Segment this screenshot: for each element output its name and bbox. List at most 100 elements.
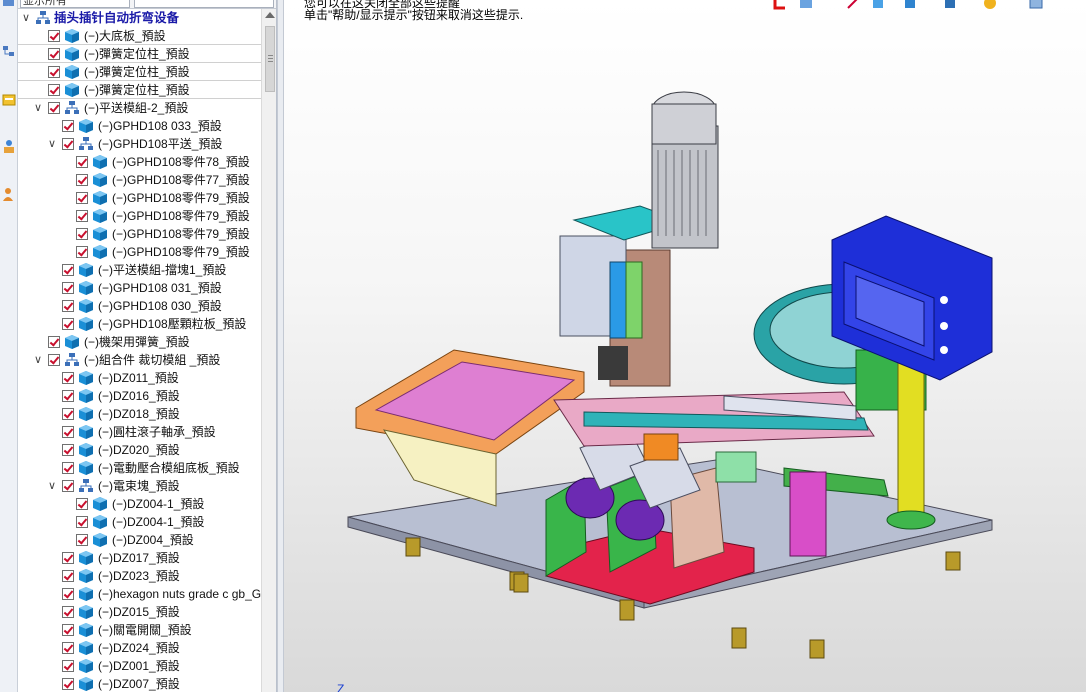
scroll-up-icon[interactable] (265, 12, 275, 18)
tree-item-part[interactable]: (−)GPHD108零件79_預設 (18, 207, 261, 225)
visibility-checkbox[interactable] (62, 570, 74, 582)
visibility-checkbox[interactable] (62, 300, 74, 312)
cad-model[interactable] (284, 0, 1086, 692)
visibility-checkbox[interactable] (48, 30, 60, 42)
tree-root[interactable]: ∨ 插头插针自动折弯设备 (18, 9, 261, 27)
chevron-down-icon[interactable]: ∨ (46, 135, 58, 153)
tree-item-part[interactable]: (−)DZ020_預設 (18, 441, 261, 459)
tree-item-part[interactable]: (−)GPHD108零件77_預設 (18, 171, 261, 189)
visibility-checkbox[interactable] (62, 642, 74, 654)
visibility-checkbox[interactable] (76, 174, 88, 186)
tree-search-input[interactable] (134, 0, 274, 8)
visibility-checkbox[interactable] (62, 120, 74, 132)
tree-item-assembly[interactable]: ∨ (−)GPHD108平送_預設 (18, 135, 261, 153)
visibility-checkbox[interactable] (62, 588, 74, 600)
tree-item-part[interactable]: (−)DZ023_預設 (18, 567, 261, 585)
visibility-checkbox[interactable] (76, 210, 88, 222)
visibility-checkbox[interactable] (62, 408, 74, 420)
tree-item-part[interactable]: (−)平送模組-擋塊1_預設 (18, 261, 261, 279)
visibility-checkbox[interactable] (76, 246, 88, 258)
tree-item-label: (−)大底板_預設 (84, 29, 166, 43)
cube-icon (79, 281, 93, 295)
tree-item-part[interactable]: (−)彈簧定位柱_預設 (18, 81, 261, 99)
visibility-checkbox[interactable] (48, 84, 60, 96)
visibility-checkbox[interactable] (76, 516, 88, 528)
tree-item-part[interactable]: (−)GPHD108 033_預設 (18, 117, 261, 135)
chevron-down-icon[interactable]: ∨ (46, 477, 58, 495)
panel-splitter[interactable] (277, 0, 284, 692)
assembly-tree-tab-icon[interactable] (1, 44, 17, 60)
tree-item-part[interactable]: (−)DZ024_預設 (18, 639, 261, 657)
tree-item-part[interactable]: (−)彈簧定位柱_預設 (18, 63, 261, 81)
visibility-checkbox[interactable] (62, 462, 74, 474)
visibility-checkbox[interactable] (62, 552, 74, 564)
visibility-checkbox[interactable] (76, 192, 88, 204)
visibility-checkbox[interactable] (48, 48, 60, 60)
visibility-checkbox[interactable] (48, 66, 60, 78)
user-tab-icon[interactable] (1, 186, 17, 202)
visibility-checkbox[interactable] (62, 282, 74, 294)
tree-item-label: (−)GPHD108壓顆粒板_預設 (98, 317, 247, 331)
tree-item-part[interactable]: (−)DZ004-1_預設 (18, 495, 261, 513)
tree-item-part[interactable]: (−)圓柱滾子軸承_預設 (18, 423, 261, 441)
tree-item-part[interactable]: (−)GPHD108 031_預設 (18, 279, 261, 297)
tree-item-assembly[interactable]: ∨ (−)電束塊_預設 (18, 477, 261, 495)
tree-item-part[interactable]: (−)電動壓合模組底板_預設 (18, 459, 261, 477)
visibility-checkbox[interactable] (76, 228, 88, 240)
tree-item-part[interactable]: (−)機架用彈簧_預設 (18, 333, 261, 351)
visibility-checkbox[interactable] (62, 624, 74, 636)
tree-item-part[interactable]: (−)關電開關_預設 (18, 621, 261, 639)
tree-item-part[interactable]: (−)彈簧定位柱_預設 (18, 45, 261, 63)
visibility-checkbox[interactable] (62, 480, 74, 492)
visibility-checkbox[interactable] (62, 660, 74, 672)
tree-item-assembly[interactable]: ∨ (−)平送模組-2_預設 (18, 99, 261, 117)
visibility-checkbox[interactable] (48, 354, 60, 366)
tree-item-part[interactable]: (−)DZ016_預設 (18, 387, 261, 405)
tree-item-part[interactable]: (−)GPHD108零件79_預設 (18, 225, 261, 243)
visibility-checkbox[interactable] (62, 426, 74, 438)
tree-item-part[interactable]: (−)DZ004-1_預設 (18, 513, 261, 531)
tree-item-part[interactable]: (−)DZ015_預設 (18, 603, 261, 621)
cube-icon (79, 605, 93, 619)
tree-item-part[interactable]: (−)GPHD108零件79_預設 (18, 243, 261, 261)
visibility-checkbox[interactable] (48, 336, 60, 348)
scroll-thumb[interactable] (265, 26, 275, 92)
tree-item-part[interactable]: (−)大底板_預設 (18, 27, 261, 45)
tree-scrollbar[interactable] (261, 9, 276, 692)
feature-tree-tab-icon[interactable] (1, 0, 17, 16)
tree-filter-bar: 显示所有 (18, 0, 276, 9)
chevron-down-icon[interactable]: ∨ (20, 9, 32, 27)
3d-viewport[interactable]: 您可以在这关闭全部这些提醒 单击"帮助/显示提示"按钮来取消这些提示. Z (284, 0, 1086, 692)
visibility-checkbox[interactable] (62, 138, 74, 150)
visibility-checkbox[interactable] (48, 102, 60, 114)
tree-item-part[interactable]: (−)DZ018_預設 (18, 405, 261, 423)
visibility-checkbox[interactable] (62, 678, 74, 690)
visibility-checkbox[interactable] (62, 318, 74, 330)
visibility-checkbox[interactable] (76, 534, 88, 546)
tree-item-assembly[interactable]: ∨ (−)組合件 裁切模組 _預設 (18, 351, 261, 369)
chevron-down-icon[interactable]: ∨ (32, 99, 44, 117)
tree-item-part[interactable]: (−)GPHD108零件79_預設 (18, 189, 261, 207)
visibility-checkbox[interactable] (62, 372, 74, 384)
view-tab-icon[interactable] (1, 138, 17, 154)
tree-item-part[interactable]: (−)DZ001_預設 (18, 657, 261, 675)
tree-item-part[interactable]: (−)GPHD108壓顆粒板_預設 (18, 315, 261, 333)
tree-item-part[interactable]: (−)DZ004_預設 (18, 531, 261, 549)
tree-filter-dropdown[interactable]: 显示所有 (20, 0, 130, 8)
visibility-checkbox[interactable] (76, 498, 88, 510)
tree-item-part[interactable]: (−)GPHD108 030_預設 (18, 297, 261, 315)
visibility-checkbox[interactable] (62, 606, 74, 618)
tree-item-part[interactable]: (−)DZ011_預設 (18, 369, 261, 387)
properties-tab-icon[interactable] (1, 92, 17, 108)
chevron-down-icon[interactable]: ∨ (32, 351, 44, 369)
visibility-checkbox[interactable] (62, 390, 74, 402)
visibility-checkbox[interactable] (62, 444, 74, 456)
cube-icon (79, 443, 93, 457)
visibility-checkbox[interactable] (76, 156, 88, 168)
tree-item-part[interactable]: (−)GPHD108零件78_預設 (18, 153, 261, 171)
tree-item-part[interactable]: (−)hexagon nuts grade c gb_G (18, 585, 261, 603)
cube-icon (79, 551, 93, 565)
tree-item-part[interactable]: (−)DZ017_預設 (18, 549, 261, 567)
visibility-checkbox[interactable] (62, 264, 74, 276)
tree-item-part[interactable]: (−)DZ007_預設 (18, 675, 261, 692)
